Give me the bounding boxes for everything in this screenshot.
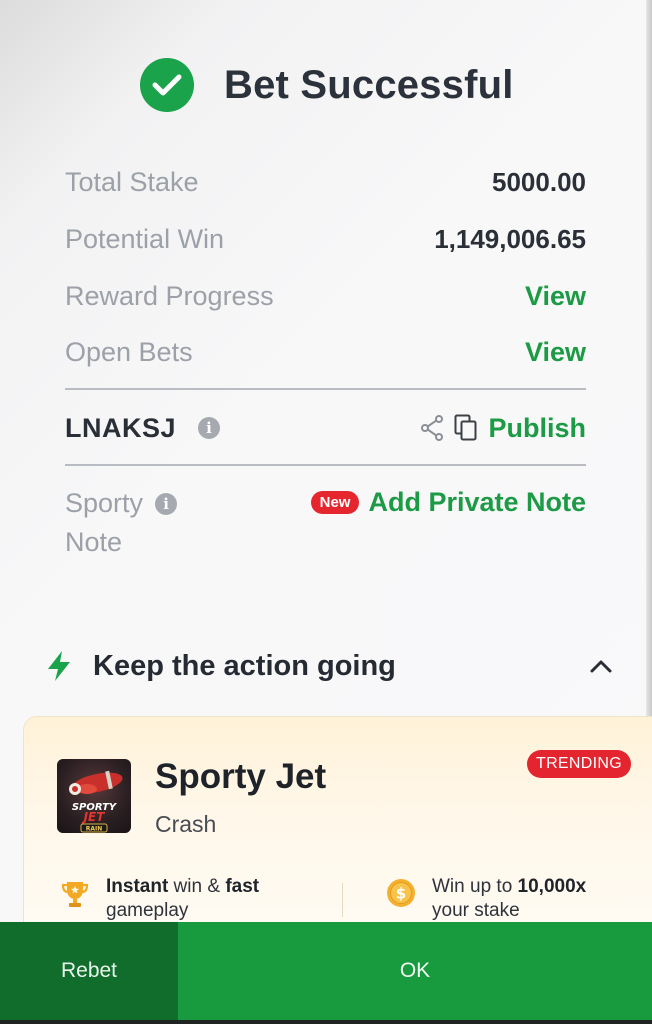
booking-code-row: LNAKSJ i Publish [65,406,586,450]
booking-code[interactable]: LNAKSJ [65,413,176,444]
reward-progress-row: Reward Progress View [65,276,586,316]
game-thumbnail[interactable]: SPORTY JET RAIN [57,759,131,833]
rebet-button[interactable]: Rebet [0,922,178,1020]
svg-text:JET: JET [82,810,106,824]
total-stake-row: Total Stake 5000.00 [65,162,586,202]
potential-win-row: Potential Win 1,149,006.65 [65,219,586,259]
coin-icon: $ [386,878,416,908]
keep-action-header[interactable]: Keep the action going [45,644,613,688]
new-badge: New [310,491,360,514]
copy-icon[interactable] [454,414,478,442]
feature-win-multiplier: $ Win up to 10,000x your stake [386,875,586,923]
sporty-note-label: Sporty [65,488,144,518]
publish-button[interactable]: Publish [488,413,586,444]
share-icon[interactable] [420,415,444,441]
feature-text: Win up to 10,000x your stake [432,876,587,921]
open-bets-view-link[interactable]: View [525,337,586,368]
footer-actions: Rebet OK [0,922,652,1020]
game-category: Crash [155,811,217,837]
info-icon[interactable]: i [155,492,178,515]
check-circle-icon [140,58,194,112]
divider [65,388,586,390]
reward-progress-view-link[interactable]: View [525,281,586,312]
potential-win-label: Potential Win [65,223,225,254]
bet-success-screen: Bet Successful Total Stake 5000.00 Poten… [0,0,652,1024]
svg-text:RAIN: RAIN [86,826,103,833]
feature-text: Instant win & fast gameplay [106,876,260,921]
divider [65,464,586,466]
potential-win-value: 1,149,006.65 [434,223,586,254]
ok-button[interactable]: OK [178,922,652,1020]
open-bets-label: Open Bets [65,336,193,367]
svg-text:$: $ [396,885,406,903]
bottom-edge [0,1020,652,1024]
add-private-note-button[interactable]: Add Private Note [368,487,586,518]
game-name[interactable]: Sporty Jet [155,757,326,797]
open-bets-row: Open Bets View [65,332,586,372]
section-title: Keep the action going [93,649,396,682]
page-title: Bet Successful [224,62,514,107]
reward-progress-label: Reward Progress [65,280,274,311]
chevron-up-icon[interactable] [589,658,613,674]
lightning-icon [45,650,73,682]
sporty-note-label-line2: Note [65,527,123,557]
feature-instant-win: Instant win & fast gameplay [60,875,259,923]
trophy-icon [60,879,90,909]
header: Bet Successful [140,58,514,112]
trending-badge: TRENDING [527,750,631,778]
info-icon[interactable]: i [198,417,221,439]
total-stake-value: 5000.00 [492,166,586,197]
total-stake-label: Total Stake [65,166,199,197]
feature-divider [342,883,343,917]
